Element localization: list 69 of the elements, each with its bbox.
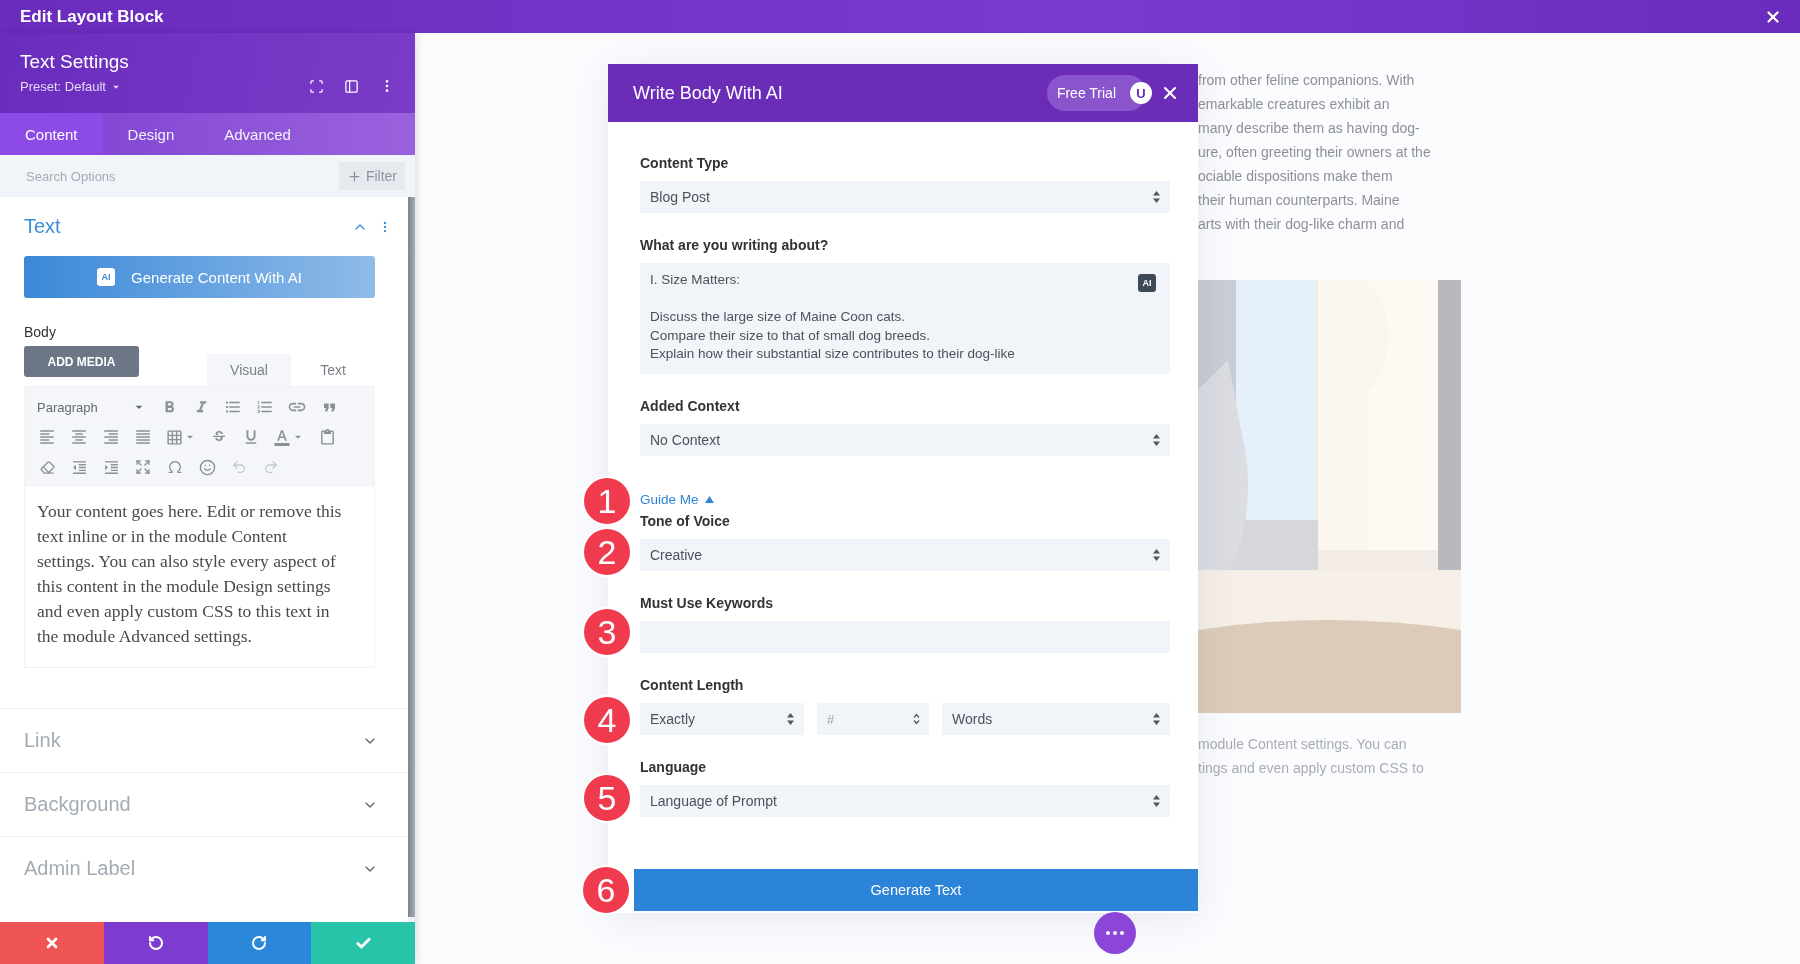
section-title: Text (24, 215, 61, 238)
step-marker: 5 (582, 773, 632, 823)
text-line: tings and even apply custom CSS to (1198, 759, 1425, 778)
tab[interactable]: Design (102, 113, 200, 155)
section-title: Admin Label (24, 857, 136, 880)
select-field[interactable]: Language of Prompt (640, 785, 1170, 817)
field-label: Must Use Keywords (640, 595, 775, 611)
sort-arrows-icon (1153, 191, 1160, 203)
caret-icon (704, 496, 714, 503)
preset-dropdown[interactable]: Preset: Default (20, 79, 129, 94)
field-label: Body (24, 324, 57, 340)
tab[interactable]: Content (0, 113, 103, 155)
section-title: Background (24, 793, 131, 816)
step-marker: 1 (582, 476, 632, 526)
trial-label: Free Trial (1056, 85, 1116, 101)
ai-icon: AI (97, 268, 116, 286)
text-line: many describe them as having dog- (1198, 119, 1421, 138)
editor-content[interactable]: Your content goes here. Edit or remove this text inline or in the module Content settings. You can also style every aspect of this content in the module Design settings and even apply custom CSS to this text in the module Advanced settings. (25, 487, 374, 667)
step-marker: 2 (582, 527, 632, 577)
step-marker: 3 (582, 607, 632, 657)
avatar[interactable]: U (1130, 82, 1152, 104)
dialog-title: Write Body With AI (633, 82, 783, 104)
sort-arrows-icon (1153, 434, 1160, 446)
sort-arrows-icon (1153, 795, 1160, 807)
search-field[interactable]: Search Options (24, 167, 224, 185)
select-field[interactable]: No Context (640, 424, 1170, 456)
undo-button[interactable] (103, 922, 208, 964)
filter-button[interactable]: Filter (338, 162, 405, 190)
step-marker: 6 (581, 865, 631, 915)
plus-icon (346, 168, 362, 184)
sort-arrows-icon (787, 713, 794, 725)
ai-icon[interactable]: AI (1138, 274, 1156, 292)
field-label: Added Context (640, 398, 741, 414)
text-line: ociable dispositions make them (1198, 167, 1394, 186)
field-label: What are you writing about? (640, 237, 830, 253)
redo-button[interactable] (207, 922, 312, 964)
select-field[interactable]: Blog Post (640, 181, 1170, 213)
text-line: ure, often greeting their owners at the (1198, 143, 1432, 162)
guide-me-link[interactable]: Guide Me (640, 492, 714, 507)
format-select[interactable]: Paragraph (33, 393, 151, 421)
field-label: Language (640, 759, 708, 775)
generate-text-button[interactable]: Generate Text (634, 869, 1198, 911)
tab[interactable]: Advanced (199, 113, 316, 155)
more-options-button[interactable] (1094, 912, 1136, 954)
select-field[interactable]: Creative (640, 539, 1170, 571)
sort-arrows-icon (1153, 713, 1160, 725)
text-line: module Content settings. You can (1198, 735, 1408, 754)
number-field[interactable]: # (817, 703, 929, 735)
window-title: Edit Layout Block (20, 6, 164, 27)
text-line: their human counterparts. Maine (1198, 191, 1401, 210)
text-line: emarkable creatures exhibit an (1198, 95, 1391, 114)
text-line: from other feline companions. With (1198, 71, 1416, 90)
sort-arrows-icon (1153, 549, 1160, 561)
undo-icon (147, 935, 164, 951)
text-line: arts with their dog-like charm and (1198, 215, 1406, 234)
field-label: Content Type (640, 155, 730, 171)
dots-icon (1106, 931, 1124, 935)
redo-icon (251, 935, 268, 951)
generate-content-button[interactable]: AI Generate Content With AI (24, 256, 375, 298)
section-title: Link (24, 729, 61, 752)
spinner-icon (913, 713, 920, 725)
field-label: Tone of Voice (640, 513, 731, 529)
select-field[interactable]: Words (942, 703, 1170, 735)
field-label: Content Length (640, 677, 745, 693)
select-field[interactable]: Exactly (640, 703, 804, 735)
panel-title: Text Settings (20, 51, 129, 73)
editor-tab[interactable]: Visual (207, 354, 291, 386)
step-marker: 4 (582, 695, 632, 745)
add-media-button[interactable]: ADD MEDIA (24, 346, 139, 377)
